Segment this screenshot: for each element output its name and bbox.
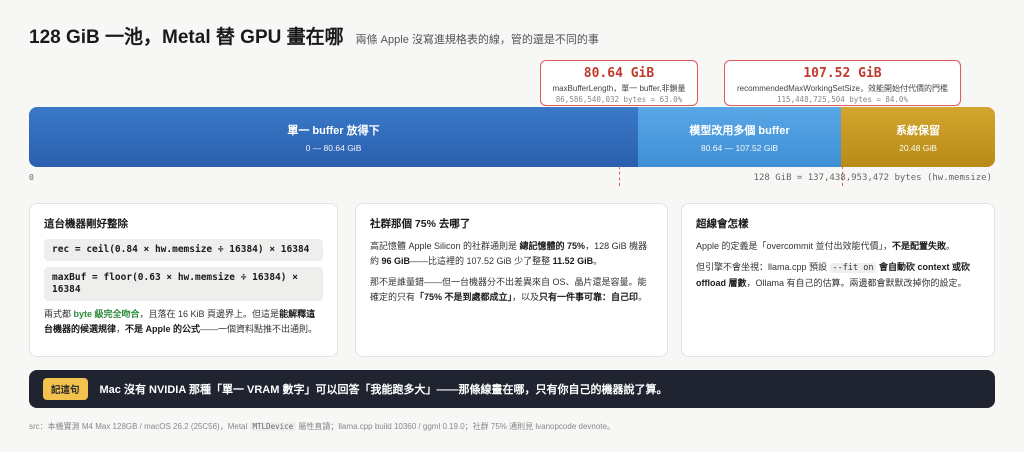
card-community-75: 社群那個 75% 去哪了 高記憶體 Apple Silicon 的社群通則是 總…	[355, 203, 668, 357]
axis-total-label: 128 GiB = 137,438,953,472 bytes (hw.mems…	[753, 173, 992, 183]
card-exact-divide: 這台機器剛好整除 rec = ceil(0.84 × hw.memsize ÷ …	[29, 203, 338, 357]
takeaway-banner: 記這句 Mac 沒有 NVIDIA 那種「單一 VRAM 數字」可以回答「我能跑…	[29, 370, 995, 408]
formula-maxbuf: maxBuf = floor(0.63 × hw.memsize ÷ 16384…	[44, 267, 323, 301]
card-body-1: 高記憶體 Apple Silicon 的社群通則是 總記憶體的 75%，128 …	[370, 241, 648, 266]
max-buffer-marker	[619, 166, 620, 186]
segment-label: 系統保留	[896, 124, 940, 137]
callout-bytes: 86,586,540,032 bytes = 63.0%	[555, 95, 683, 104]
callout-desc: recommendedMaxWorkingSetSize，效能開始付代價的門檻	[736, 84, 948, 93]
segment-range: 20.48 GiB	[899, 142, 937, 153]
page-subtitle: 兩條 Apple 沒寫進規格表的線，管的還是不同的事	[355, 34, 599, 46]
card-body-1: Apple 的定義是「overcommit 並付出效能代價」，不是配置失敗。	[696, 241, 956, 251]
inline-code-mtldevice: MTLDevice	[249, 422, 297, 431]
memory-bar: 單一 buffer 放得下 0 — 80.64 GiB 模型改用多個 buffe…	[29, 107, 995, 167]
segment-range: 0 — 80.64 GiB	[305, 142, 362, 153]
segment-label: 單一 buffer 放得下	[287, 124, 380, 137]
max-buffer-callout: 80.64 GiB maxBufferLength，單一 buffer,非鎖量 …	[540, 60, 698, 106]
callout-value: 80.64 GiB	[583, 66, 655, 81]
card-title: 這台機器剛好整除	[44, 218, 128, 230]
page-header: 128 GiB 一池，Metal 替 GPU 畫在哪 兩條 Apple 沒寫進規…	[29, 22, 599, 49]
source-footer: src：本機實測 M4 Max 128GB / macOS 26.2 (25C5…	[29, 422, 615, 431]
card-title: 超線會怎樣	[696, 218, 749, 230]
card-over-limit: 超線會怎樣 Apple 的定義是「overcommit 並付出效能代價」，不是配…	[681, 203, 995, 357]
card-title: 社群那個 75% 去哪了	[370, 218, 471, 230]
segment-label: 模型改用多個 buffer	[689, 124, 790, 137]
segment-multi-buffer: 模型改用多個 buffer 80.64 — 107.52 GiB	[638, 107, 841, 167]
card-body: 兩式都 byte 級完全吻合，且落在 16 KiB 頁邊界上。但這是能解釋這台機…	[44, 309, 318, 334]
callout-desc: maxBufferLength，單一 buffer,非鎖量	[552, 84, 686, 93]
takeaway-text: Mac 沒有 NVIDIA 那種「單一 VRAM 數字」可以回答「我能跑多大」—…	[99, 384, 668, 396]
segment-system-reserved: 系統保留 20.48 GiB	[841, 107, 995, 167]
callout-value: 107.52 GiB	[803, 66, 882, 81]
working-set-callout: 107.52 GiB recommendedMaxWorkingSetSize，…	[724, 60, 961, 106]
page-title: 128 GiB 一池，Metal 替 GPU 畫在哪	[29, 27, 344, 48]
segment-single-buffer: 單一 buffer 放得下 0 — 80.64 GiB	[29, 107, 638, 167]
formula-rec: rec = ceil(0.84 × hw.memsize ÷ 16384) × …	[44, 239, 323, 261]
takeaway-tag: 記這句	[43, 378, 88, 400]
card-body-2: 那不是誰量錯——但一台機器分不出差異來自 OS、晶片還是容量。能確定的只有「75…	[370, 277, 648, 302]
callout-bytes: 115,448,725,504 bytes = 84.0%	[777, 95, 908, 104]
inline-code-fit: --fit on	[829, 263, 877, 273]
axis-zero-label: 0	[29, 173, 34, 182]
card-body-2: 但引擎不會坐視：llama.cpp 預設 --fit on 會自動砍 conte…	[696, 262, 970, 288]
segment-range: 80.64 — 107.52 GiB	[700, 142, 779, 153]
